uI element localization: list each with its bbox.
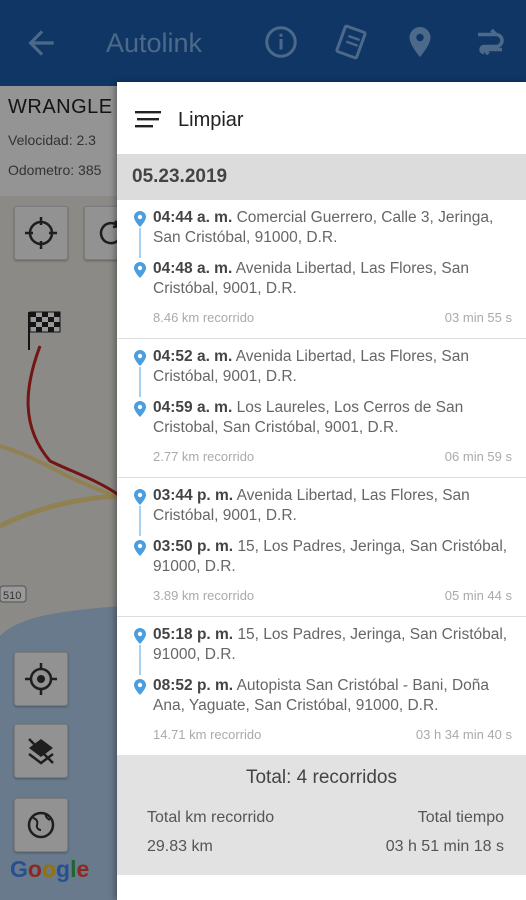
start-time: 03:44 p. m. — [153, 487, 234, 504]
route-connector — [139, 228, 141, 258]
start-time: 04:52 a. m. — [153, 348, 233, 365]
start-pin-icon — [134, 211, 146, 227]
trip-item[interactable]: 04:44 a. m. Comercial Guerrero, Calle 3,… — [117, 200, 526, 339]
end-pin-icon — [134, 401, 146, 417]
trip-distance: 3.89 km recorrido — [153, 588, 255, 603]
start-pin-icon — [134, 350, 146, 366]
totals-panel: Total: 4 recorridos Total km recorrido 2… — [117, 755, 526, 875]
trip-start: 03:44 p. m. Avenida Libertad, Las Flores… — [153, 486, 513, 526]
trip-start: 05:18 p. m. 15, Los Padres, Jeringa, San… — [153, 625, 513, 665]
route-connector — [139, 506, 141, 536]
start-time: 05:18 p. m. — [153, 626, 234, 643]
trip-item[interactable]: 05:18 p. m. 15, Los Padres, Jeringa, San… — [117, 617, 526, 756]
date-header: 05.23.2019 — [117, 154, 526, 200]
trip-end: 04:59 a. m. Los Laureles, Los Cerros de … — [153, 398, 513, 438]
total-time-value: 03 h 51 min 18 s — [385, 838, 504, 855]
trip-meta: 14.71 km recorrido 03 h 34 min 40 s — [153, 727, 512, 742]
drawer-header: Limpiar — [117, 82, 526, 154]
trip-end: 03:50 p. m. 15, Los Padres, Jeringa, San… — [153, 537, 513, 577]
trip-date: 05.23.2019 — [132, 166, 228, 187]
trip-duration: 03 h 34 min 40 s — [415, 727, 512, 742]
trip-end: 04:48 a. m. Avenida Libertad, Las Flores… — [153, 259, 513, 299]
trip-distance: 8.46 km recorrido — [153, 310, 255, 325]
trip-start: 04:44 a. m. Comercial Guerrero, Calle 3,… — [153, 208, 513, 248]
route-connector — [139, 645, 141, 675]
trip-meta: 8.46 km recorrido 03 min 55 s — [153, 310, 512, 325]
end-pin-icon — [134, 679, 146, 695]
clear-list-icon[interactable] — [135, 110, 161, 128]
trip-duration: 05 min 44 s — [444, 588, 512, 603]
total-km-label: Total km recorrido — [147, 809, 275, 826]
start-time: 04:44 a. m. — [153, 209, 233, 226]
end-time: 08:52 p. m. — [153, 677, 234, 694]
start-pin-icon — [134, 628, 146, 644]
total-time-label: Total tiempo — [417, 809, 504, 826]
trip-duration: 03 min 55 s — [444, 310, 512, 325]
trip-history-drawer: Limpiar 05.23.2019 04:44 a. m. Comercial… — [117, 82, 526, 900]
totals-header: Total: 4 recorridos — [245, 767, 397, 788]
end-time: 03:50 p. m. — [153, 538, 234, 555]
start-pin-icon — [134, 489, 146, 505]
trip-meta: 2.77 km recorrido 06 min 59 s — [153, 449, 512, 464]
trip-distance: 2.77 km recorrido — [153, 449, 255, 464]
total-km-value: 29.83 km — [147, 838, 213, 855]
end-pin-icon — [134, 262, 146, 278]
trip-start: 04:52 a. m. Avenida Libertad, Las Flores… — [153, 347, 513, 387]
trip-end: 08:52 p. m. Autopista San Cristóbal - Ba… — [153, 676, 513, 716]
trip-item[interactable]: 04:52 a. m. Avenida Libertad, Las Flores… — [117, 339, 526, 478]
trip-meta: 3.89 km recorrido 05 min 44 s — [153, 588, 512, 603]
end-pin-icon — [134, 540, 146, 556]
trip-duration: 06 min 59 s — [444, 449, 512, 464]
trip-distance: 14.71 km recorrido — [153, 727, 262, 742]
route-connector — [139, 367, 141, 397]
end-time: 04:59 a. m. — [153, 399, 233, 416]
trip-item[interactable]: 03:44 p. m. Avenida Libertad, Las Flores… — [117, 478, 526, 617]
clear-button[interactable]: Limpiar — [178, 109, 244, 132]
end-time: 04:48 a. m. — [153, 260, 233, 277]
